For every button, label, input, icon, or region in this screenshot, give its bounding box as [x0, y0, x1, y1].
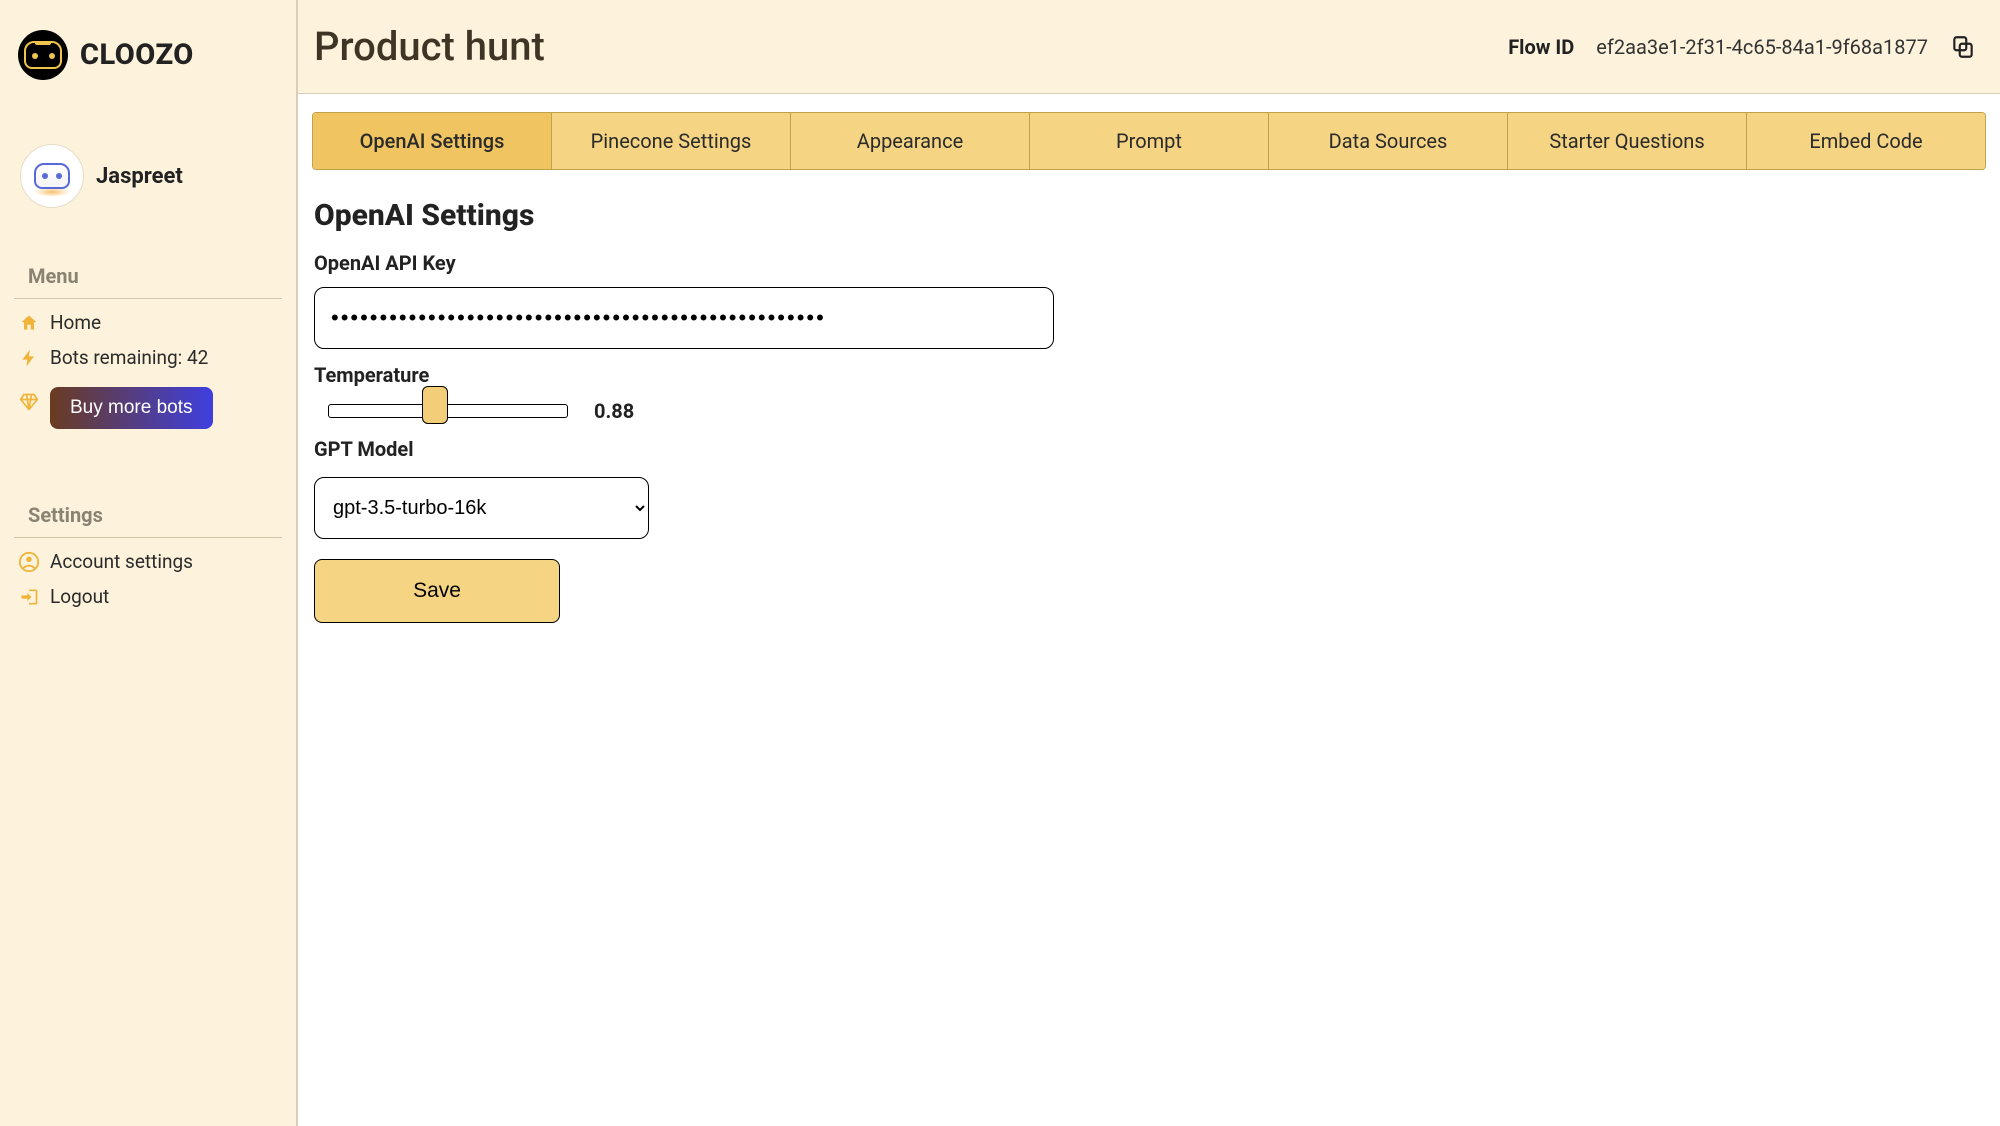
sidebar-item-buy-bots: Buy more bots — [14, 375, 282, 435]
gpt-model-label: GPT Model — [314, 437, 1410, 461]
page-title: Product hunt — [314, 23, 545, 70]
temperature-value: 0.88 — [594, 399, 634, 423]
sidebar-item-label: Home — [50, 311, 101, 334]
sidebar-item-logout[interactable]: Logout — [14, 579, 282, 614]
temperature-row: 0.88 — [314, 399, 1410, 423]
main: Product hunt Flow ID ef2aa3e1-2f31-4c65-… — [298, 0, 2000, 1126]
flow-id-group: Flow ID ef2aa3e1-2f31-4c65-84a1-9f68a187… — [1508, 34, 1976, 60]
sidebar: CLOOZO Jaspreet Menu Home Bots remai — [0, 0, 298, 1126]
app-root: CLOOZO Jaspreet Menu Home Bots remai — [0, 0, 2000, 1126]
copy-icon[interactable] — [1950, 34, 1976, 60]
api-key-input[interactable] — [314, 287, 1054, 349]
sidebar-item-bots-remaining[interactable]: Bots remaining: 42 — [14, 340, 282, 375]
tab-data-sources[interactable]: Data Sources — [1269, 113, 1508, 169]
diamond-icon — [18, 391, 40, 413]
logout-icon — [18, 586, 40, 608]
content-area: OpenAI Settings Pinecone Settings Appear… — [298, 94, 2000, 1126]
home-icon — [18, 312, 40, 334]
bolt-icon — [18, 347, 40, 369]
sidebar-section-settings-label: Settings — [14, 495, 282, 537]
user-circle-icon — [18, 551, 40, 573]
panel-heading: OpenAI Settings — [314, 198, 1410, 233]
temperature-label: Temperature — [314, 363, 1410, 387]
user-avatar-icon — [20, 144, 84, 208]
tab-starter-questions[interactable]: Starter Questions — [1508, 113, 1747, 169]
openai-settings-panel: OpenAI Settings OpenAI API Key Temperatu… — [312, 170, 1412, 623]
settings-list: Account settings Logout — [14, 544, 282, 614]
brand-logo-icon — [18, 30, 68, 80]
flow-id-label: Flow ID — [1508, 35, 1574, 59]
buy-more-bots-button[interactable]: Buy more bots — [50, 387, 213, 429]
save-button[interactable]: Save — [314, 559, 560, 623]
sidebar-item-home[interactable]: Home — [14, 305, 282, 340]
sidebar-item-label: Bots remaining: 42 — [50, 346, 208, 369]
sidebar-item-account-settings[interactable]: Account settings — [14, 544, 282, 579]
sidebar-item-label: Logout — [50, 585, 109, 608]
sidebar-item-label: Account settings — [50, 550, 193, 573]
tabs: OpenAI Settings Pinecone Settings Appear… — [312, 112, 1986, 170]
menu-list: Home Bots remaining: 42 Buy more bots — [14, 305, 282, 435]
user-name: Jaspreet — [96, 164, 183, 189]
gpt-model-select[interactable]: gpt-3.5-turbo-16k — [314, 477, 649, 539]
tab-appearance[interactable]: Appearance — [791, 113, 1030, 169]
brand-name: CLOOZO — [80, 38, 194, 72]
temperature-slider[interactable] — [328, 404, 568, 418]
user-row: Jaspreet — [14, 120, 282, 256]
tab-prompt[interactable]: Prompt — [1030, 113, 1269, 169]
tab-openai-settings[interactable]: OpenAI Settings — [313, 113, 552, 169]
tab-pinecone-settings[interactable]: Pinecone Settings — [552, 113, 791, 169]
api-key-label: OpenAI API Key — [314, 251, 1410, 275]
brand-row: CLOOZO — [14, 20, 282, 120]
divider — [14, 537, 282, 538]
tab-embed-code[interactable]: Embed Code — [1747, 113, 1985, 169]
flow-id-value: ef2aa3e1-2f31-4c65-84a1-9f68a1877 — [1596, 35, 1928, 59]
sidebar-section-menu-label: Menu — [14, 256, 282, 298]
divider — [14, 298, 282, 299]
topbar: Product hunt Flow ID ef2aa3e1-2f31-4c65-… — [298, 0, 2000, 94]
